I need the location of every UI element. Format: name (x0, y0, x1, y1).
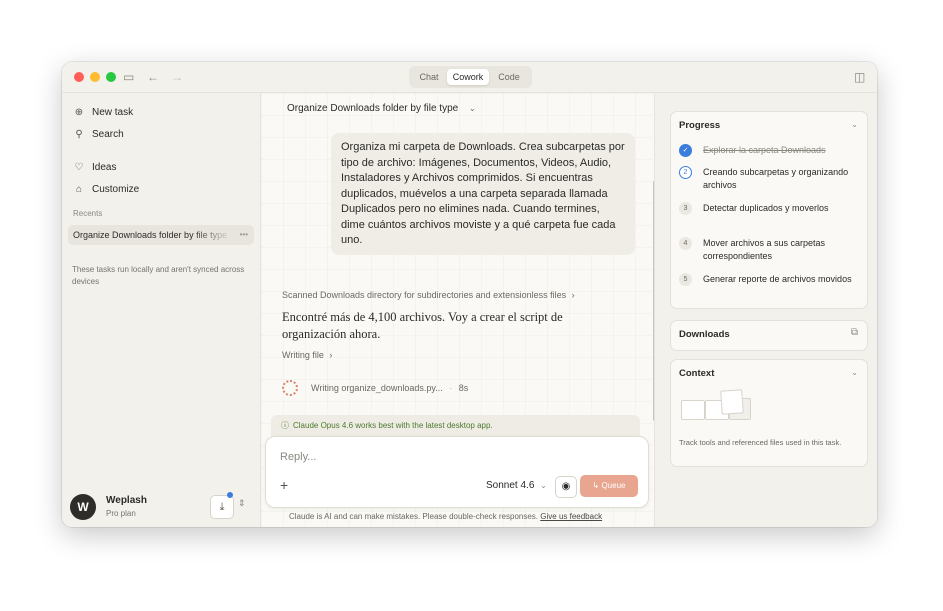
reply-composer[interactable]: Reply... + Sonnet 4.6 ⌄ ◉ ↳ Queue (265, 436, 649, 508)
writing-status: Writing organize_downloads.py... · 8s (311, 383, 469, 393)
open-external-icon[interactable]: ⧉ (851, 327, 858, 338)
loading-spinner-icon (282, 380, 298, 396)
task-title-dropdown[interactable]: Organize Downloads folder by file type ⌄ (287, 103, 476, 114)
user-message: Organiza mi carpeta de Downloads. Crea s… (331, 133, 635, 255)
chevron-down-icon: ⌄ (468, 104, 476, 113)
feedback-link[interactable]: Give us feedback (540, 512, 602, 521)
elapsed-time: 8s (458, 383, 469, 393)
notification-dot (227, 492, 233, 498)
chevron-right-icon: › (571, 290, 575, 300)
info-icon: ⓘ (281, 421, 289, 430)
app-window: ▭ ← → Chat Cowork Code ◫ ⊕ New task ⚲ Sear… (62, 62, 877, 527)
back-arrow-icon[interactable]: ← (147, 69, 159, 85)
context-card: Context ⌄ Track tools and referenced fil… (670, 359, 868, 467)
ideas-button[interactable]: ♡ Ideas (72, 159, 117, 177)
mode-switcher: Chat Cowork Code (409, 66, 532, 88)
user-plan: Pro plan (106, 509, 136, 518)
lightbulb-icon: ♡ (74, 162, 84, 173)
close-window-button[interactable] (74, 72, 84, 82)
file-icon (681, 400, 705, 420)
chevron-updown-icon[interactable]: ⇕ (238, 498, 246, 509)
right-panel: Progress ⌄ ✓ Explorar la carpeta Downloa… (654, 93, 877, 527)
sidebar-toggle-icon[interactable]: ▭ (123, 69, 134, 85)
avatar: W (70, 494, 96, 520)
minimize-window-button[interactable] (90, 72, 100, 82)
chevron-down-icon[interactable]: ⌄ (851, 120, 858, 129)
customize-button[interactable]: ⌂ Customize (72, 181, 139, 199)
user-name: Weplash (106, 495, 147, 506)
file-icon (720, 389, 744, 415)
user-profile[interactable]: W Weplash Pro plan ⤓ ⇕ (70, 492, 256, 522)
sidebar: ⊕ New task ⚲ Search ♡ Ideas ⌂ Customize Rece… (62, 93, 261, 527)
more-options-icon[interactable]: ••• (240, 225, 248, 245)
new-task-button[interactable]: ⊕ New task (72, 104, 133, 122)
model-selector[interactable]: Sonnet 4.6 ⌄ (486, 480, 547, 491)
queue-button[interactable]: ↳ Queue (580, 475, 638, 497)
forward-arrow-icon[interactable]: → (171, 69, 183, 85)
context-note: Track tools and referenced files used in… (679, 438, 842, 447)
progress-title: Progress (679, 120, 721, 131)
zoom-window-button[interactable] (106, 72, 116, 82)
plus-icon: ⊕ (74, 107, 84, 118)
tab-code[interactable]: Code (492, 69, 526, 85)
context-title: Context (679, 368, 715, 379)
add-attachment-icon[interactable]: + (280, 477, 288, 493)
downloads-card[interactable]: Downloads ⧉ (670, 320, 868, 351)
conversation-pane: Organize Downloads folder by file type ⌄… (261, 93, 656, 527)
downloads-title: Downloads (679, 329, 730, 340)
record-icon[interactable]: ◉ (555, 476, 577, 498)
briefcase-icon: ⌂ (75, 184, 83, 195)
chevron-right-icon: › (329, 350, 333, 360)
reply-input[interactable]: Reply... (280, 451, 316, 463)
queue-arrow-icon: ↳ (592, 481, 600, 490)
tab-chat[interactable]: Chat (413, 69, 445, 85)
recent-task-item[interactable]: Organize Downloads folder by file type •… (68, 225, 254, 245)
download-icon[interactable]: ⤓ (210, 495, 234, 519)
chevron-down-icon[interactable]: ⌄ (851, 368, 858, 377)
right-panel-toggle-icon[interactable]: ◫ (854, 69, 865, 85)
recents-label: Recents (73, 209, 103, 218)
search-icon: ⚲ (75, 129, 83, 140)
check-icon: ✓ (679, 144, 692, 157)
writing-file-step[interactable]: Writing file › (282, 350, 332, 360)
sync-note: These tasks run locally and aren't synce… (72, 265, 245, 286)
chevron-down-icon: ⌄ (540, 481, 547, 490)
progress-card: Progress ⌄ ✓ Explorar la carpeta Downloa… (670, 111, 868, 309)
title-bar: ▭ ← → Chat Cowork Code ◫ (62, 62, 877, 93)
search-button[interactable]: ⚲ Search (72, 126, 123, 144)
disclaimer: Claude is AI and can make mistakes. Plea… (289, 512, 603, 521)
assistant-message: Encontré más de 4,100 archivos. Voy a cr… (282, 310, 563, 341)
tab-cowork[interactable]: Cowork (447, 69, 489, 85)
tool-step[interactable]: Scanned Downloads directory for subdirec… (282, 290, 575, 300)
